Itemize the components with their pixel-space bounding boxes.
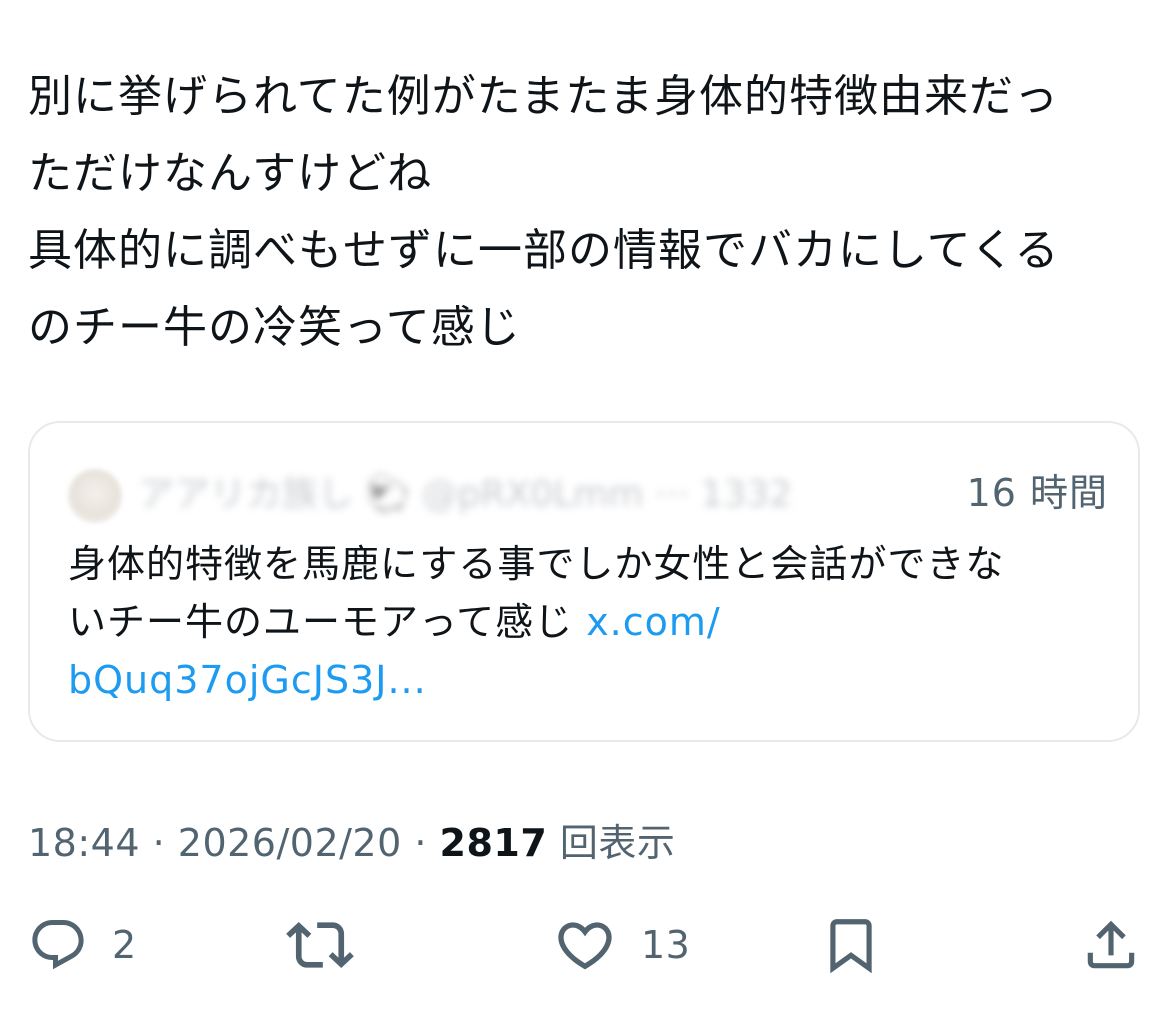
tweet-meta: 18:44 · 2026/02/20 · 2817 回表示 [28, 818, 675, 868]
meta-separator: · [140, 821, 178, 865]
share-button[interactable] [1080, 910, 1142, 980]
retweet-button[interactable] [286, 910, 354, 980]
quote-tweet-card[interactable]: アアリカ族し 🐑 @pRX0Lmm ··· 1332 16 時間 身体的特徴を馬… [28, 421, 1140, 742]
quote-link-continued[interactable]: bQuq37ojGcJS3J... [68, 658, 427, 702]
bookmark-button[interactable] [820, 910, 882, 980]
views-label: 回表示 [547, 821, 676, 865]
quote-text-line: いチー牛のユーモアって感じ x.com/ [68, 600, 721, 644]
tweet-date[interactable]: 2026/02/20 [178, 821, 402, 865]
like-count: 13 [641, 923, 691, 967]
bookmark-icon [830, 919, 872, 974]
tweet-text-line: 具体的に調べもせずに一部の情報でバカにしてくる [28, 225, 1060, 276]
reply-button[interactable]: 2 [28, 910, 137, 980]
quote-link-line: bQuq37ojGcJS3J... [68, 651, 1108, 709]
like-button[interactable]: 13 [553, 910, 690, 980]
reply-icon [32, 920, 84, 970]
quote-author-name[interactable]: アアリカ族し 🐑 @pRX0Lmm ··· 1332 [138, 473, 938, 517]
retweet-icon [286, 921, 354, 969]
views-count: 2817 [439, 821, 548, 865]
tweet-text-line: 別に挙げられてた例がたまたま身体的特徴由来だっ [28, 71, 1060, 122]
meta-separator: · [401, 821, 440, 865]
quote-text: 身体的特徴を馬鹿にする事でしか女性と会話ができな いチー牛のユーモアって感じ x… [68, 535, 1108, 709]
action-bar: 2 13 [0, 910, 1170, 980]
tweet-text-line: のチー牛の冷笑って感じ [28, 302, 521, 353]
quote-timestamp: 16 時間 [958, 469, 1108, 517]
quote-link[interactable]: x.com/ [586, 600, 721, 644]
like-icon [558, 922, 612, 970]
tweet-time[interactable]: 18:44 [28, 821, 140, 865]
quote-header: アアリカ族し 🐑 @pRX0Lmm ··· 1332 16 時間 [68, 467, 1108, 523]
share-icon [1087, 920, 1135, 969]
tweet-text: 別に挙げられてた例がたまたま身体的特徴由来だっ ただけなんすけどね 具体的に調べ… [28, 58, 1138, 366]
quote-text-line: 身体的特徴を馬鹿にする事でしか女性と会話ができな [68, 542, 1005, 586]
quote-author-avatar[interactable] [68, 469, 122, 523]
reply-count: 2 [112, 923, 137, 967]
tweet-text-line: ただけなんすけどね [28, 148, 433, 199]
